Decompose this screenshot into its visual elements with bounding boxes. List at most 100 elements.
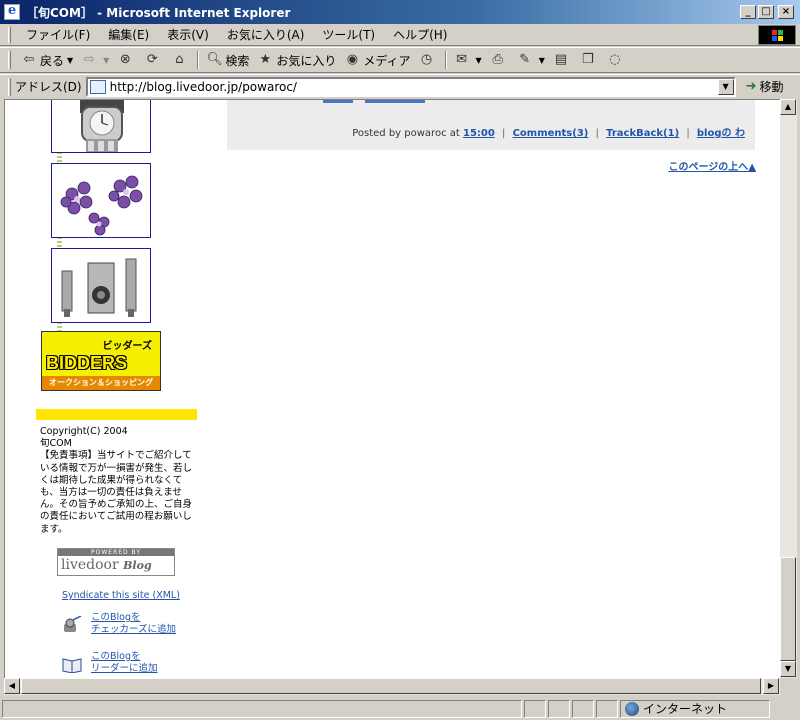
page-viewport[interactable]: ビッダーズ BIDDERS オークション＆ショッピング Copyright(C)…: [4, 99, 780, 678]
reader-line2: リーダーに追加: [91, 663, 158, 674]
status-panel: [572, 699, 594, 718]
edit-dropdown-icon[interactable]: ▼: [539, 56, 545, 65]
menu-favorites[interactable]: お気に入り(A): [218, 25, 314, 45]
window-title: ［旬COM］ - Microsoft Internet Explorer: [26, 5, 291, 20]
toolbar-separator: [444, 51, 447, 69]
go-label: 移動: [759, 80, 784, 94]
mail-icon: ✉: [456, 52, 467, 67]
close-button[interactable]: ×: [778, 5, 794, 19]
copyright-block: Copyright(C) 2004 旬COM 【免責事項】当サイトでご紹介してい…: [40, 426, 192, 536]
search-icon: 🔍︎: [206, 52, 223, 67]
minimize-button[interactable]: _: [740, 5, 756, 19]
address-dropdown-icon[interactable]: ▼: [717, 78, 734, 95]
media-label: メディア: [363, 53, 411, 68]
menu-tools[interactable]: ツール(T): [313, 25, 384, 45]
vertical-scroll-thumb[interactable]: [780, 557, 796, 661]
back-button[interactable]: ⇦ 戻る ▼: [17, 49, 77, 71]
search-label: 検索: [225, 53, 250, 68]
trackback-link[interactable]: TrackBack(1): [606, 128, 679, 139]
comments-link[interactable]: Comments(3): [513, 128, 589, 139]
page-top-link[interactable]: このページの上へ▲: [669, 158, 757, 173]
messenger-icon: ◌: [609, 52, 621, 67]
scroll-down-button[interactable]: ▼: [780, 661, 796, 677]
stop-button[interactable]: ⊗: [113, 49, 140, 71]
copyright-line: Copyright(C) 2004: [40, 426, 128, 437]
forward-dropdown-icon[interactable]: ▼: [103, 56, 109, 65]
reader-line1: このBlogを: [91, 651, 141, 662]
address-input[interactable]: [109, 79, 718, 94]
menu-help[interactable]: ヘルプ(H): [384, 25, 456, 45]
maximize-button[interactable]: □: [758, 5, 774, 19]
toolbar-grip[interactable]: [8, 51, 11, 69]
address-grip[interactable]: [8, 77, 11, 96]
history-button[interactable]: ◷: [415, 49, 442, 71]
favorites-button[interactable]: ★ お気に入り: [253, 49, 340, 71]
speakers-thumbnail[interactable]: [51, 248, 151, 323]
blog-label: Blog: [123, 559, 152, 572]
page-icon: [89, 79, 106, 94]
post-footer: Posted by powaroc at 15:00 | Comments(3)…: [227, 100, 755, 150]
edit-button[interactable]: ✎ ▼: [513, 49, 549, 71]
syndicate-xml-link[interactable]: Syndicate this site (XML): [62, 590, 180, 601]
messenger-button[interactable]: ◌: [603, 49, 630, 71]
earrings-thumbnail[interactable]: [51, 163, 151, 238]
add-to-reader[interactable]: このBlogを リーダーに追加: [61, 651, 191, 678]
favorites-label: お気に入り: [276, 53, 337, 68]
watch-image: [80, 100, 124, 152]
back-label: 戻る: [40, 53, 65, 68]
scroll-left-button[interactable]: ◀: [4, 678, 20, 694]
home-icon: ⌂: [175, 52, 184, 67]
mail-button[interactable]: ✉ ▼: [450, 49, 486, 71]
checkers-line2: チェッカーズに追加: [91, 624, 177, 635]
post-time-link[interactable]: 15:00: [463, 128, 495, 139]
home-button[interactable]: ⌂: [167, 49, 194, 71]
add-to-checkers[interactable]: このBlogを チェッカーズに追加: [61, 612, 191, 640]
checkers-link-text[interactable]: このBlogを チェッカーズに追加: [91, 612, 176, 636]
vertical-scrollbar[interactable]: ▲ ▼: [780, 99, 797, 678]
scroll-up-button[interactable]: ▲: [780, 99, 796, 115]
post-tabs: [323, 100, 427, 104]
edit-icon: ✎: [519, 52, 531, 67]
address-label: アドレス(D): [15, 80, 82, 94]
internet-globe-icon: [625, 701, 639, 716]
powered-by-livedoor-badge[interactable]: POWERED BY livedoor Blog: [57, 548, 175, 576]
menu-grip[interactable]: [8, 26, 11, 43]
checkers-icon: [64, 616, 82, 632]
windows-logo-icon: [758, 25, 796, 45]
media-icon: ◉: [346, 52, 359, 67]
media-button[interactable]: ◉ メディア: [340, 49, 414, 71]
livedoor-name: livedoor: [61, 557, 119, 573]
meta-separator: |: [595, 128, 599, 139]
print-button[interactable]: ⎙: [486, 49, 513, 71]
go-button[interactable]: ➜ 移動: [746, 78, 784, 95]
search-button[interactable]: 🔍︎ 検索: [202, 49, 253, 71]
menu-view[interactable]: 表示(V): [158, 25, 218, 45]
menu-edit[interactable]: 編集(E): [99, 25, 158, 45]
standard-toolbar: ⇦ 戻る ▼ ⇨ ▼ ⊗ ⟳ ⌂ 🔍︎ 検索 ★ お気に入り ◉ メディア ◷ …: [0, 47, 800, 73]
forward-button[interactable]: ⇨ ▼: [77, 49, 113, 71]
back-dropdown-icon[interactable]: ▼: [67, 56, 73, 65]
meta-separator: |: [686, 128, 690, 139]
menu-file[interactable]: ファイル(F): [17, 25, 99, 45]
scroll-right-button[interactable]: ▶: [763, 678, 779, 694]
blog-link[interactable]: blogの わ: [697, 128, 745, 139]
status-panel: [548, 699, 570, 718]
discuss-button[interactable]: ▤: [549, 49, 576, 71]
watch-thumbnail[interactable]: [51, 100, 151, 153]
bidders-banner[interactable]: ビッダーズ BIDDERS オークション＆ショッピング: [41, 331, 161, 391]
research-button[interactable]: ❐: [576, 49, 603, 71]
site-name: 旬COM: [40, 438, 72, 450]
speakers-image: [61, 258, 137, 317]
address-field[interactable]: ▼: [85, 76, 736, 97]
horizontal-scrollbar[interactable]: ◀ ▶: [4, 678, 780, 695]
reader-link-text[interactable]: このBlogを リーダーに追加: [91, 651, 158, 675]
reader-book-icon: [62, 658, 82, 673]
address-bar: アドレス(D) ▼ ➜ 移動: [0, 74, 800, 98]
stop-icon: ⊗: [119, 52, 131, 67]
status-panel: [524, 699, 546, 718]
go-arrow-icon: ➜: [745, 79, 757, 94]
mail-dropdown-icon[interactable]: ▼: [476, 56, 482, 65]
discuss-icon: ▤: [554, 52, 567, 67]
refresh-button[interactable]: ⟳: [140, 49, 167, 71]
horizontal-scroll-thumb[interactable]: [21, 678, 761, 694]
